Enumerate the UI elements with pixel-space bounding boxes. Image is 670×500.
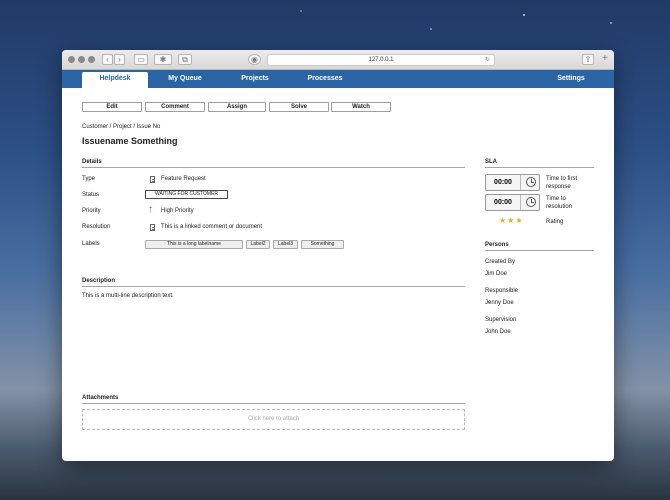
label-chip[interactable]: This is a long labelname [145,240,243,249]
first-response-label-line1: Time to first [546,176,578,182]
main-nav: Helpdesk My Queue Projects Processes Set… [62,70,614,88]
description-divider [82,286,465,287]
responsible-value[interactable]: Jenny Doe [485,300,514,306]
type-value: Feature Request [161,176,206,182]
sky-star [523,14,525,16]
clock-icon [526,197,536,207]
resolution-label-line1: Time to [546,196,566,202]
labels-label: Labels [82,241,100,247]
minimize-window-button[interactable] [78,56,85,63]
new-tab-icon[interactable]: + [602,53,608,64]
label-chip[interactable]: Label2 [246,240,270,249]
edit-button[interactable]: Edit [82,102,142,112]
clock-icon [526,177,536,187]
resolution-time: 00:00 [486,195,521,210]
description-text: This is a multi-line description text. [82,293,174,299]
first-response-timer: 00:00 [485,174,540,191]
supervision-value[interactable]: John Doe [485,329,511,335]
first-response-label-line2: response [546,184,571,190]
sky-star [610,22,612,24]
attachments-heading: Attachments [82,395,119,401]
extension-icon[interactable]: ✱ [154,54,172,65]
star-rating[interactable]: ★★★ [499,216,524,225]
first-response-time: 00:00 [486,175,521,190]
responsible-label: Responsible [485,288,519,294]
solve-button[interactable]: Solve [269,102,329,112]
resolution-label: Resolution [82,224,111,230]
forward-button[interactable]: › [114,54,125,65]
status-badge[interactable]: WAITING FOR CUSTOMER [145,190,228,199]
document-icon [150,176,155,183]
details-divider [82,167,465,168]
comment-button[interactable]: Comment [145,102,205,112]
page-title: Issuename Something [82,136,178,146]
resolution-label-line2: resolution [546,204,573,210]
share-icon[interactable]: ⇪ [582,54,594,65]
persons-heading: Persons [485,242,509,248]
tab-projects[interactable]: Projects [232,72,278,88]
sky-star [300,10,302,12]
persons-divider [485,250,594,251]
document-icon [150,224,155,231]
sky-star [430,28,432,30]
created-by-label: Created By [485,259,516,265]
type-label: Type [82,176,96,182]
label-chip[interactable]: Label3 [273,240,298,249]
priority-label: Priority [82,208,101,214]
priority-value: High Priority [161,208,194,214]
sidebar-toggle-icon[interactable]: ▭ [134,54,148,65]
assign-button[interactable]: Assign [208,102,266,112]
zoom-window-button[interactable] [88,56,95,63]
attachments-divider [82,403,465,404]
first-response-label: Time to first response [546,175,577,191]
reload-icon[interactable]: ↻ [485,55,490,65]
status-label: Status [82,192,100,198]
created-by-value[interactable]: Jim Doe [485,271,507,277]
back-button[interactable]: ‹ [102,54,113,65]
close-window-button[interactable] [68,56,75,63]
site-settings-icon[interactable]: ◉ [248,54,261,65]
browser-toolbar: ‹ › ▭ ✱ ⧉ ◉ 127.0.0.1 ↻ ⇪ + [62,50,614,70]
supervision-label: Supervision [485,317,517,323]
address-url: 127.0.0.1 [368,57,394,63]
sla-heading: SLA [485,159,497,165]
breadcrumb[interactable]: Customer / Project / Issue No [82,124,160,130]
resolution-value[interactable]: This is a linked comment or document [161,224,262,230]
watch-button[interactable]: Watch [331,102,391,112]
arrow-up-icon: ↑ [148,204,153,215]
address-bar[interactable]: 127.0.0.1 ↻ [267,54,495,66]
resolution-time-label: Time to resolution [546,195,572,211]
tabs-overview-icon[interactable]: ⧉ [178,54,192,65]
description-heading: Description [82,278,116,284]
tab-my-queue[interactable]: My Queue [162,72,208,88]
browser-window: ‹ › ▭ ✱ ⧉ ◉ 127.0.0.1 ↻ ⇪ + Helpdesk My … [62,50,614,461]
sla-divider [485,167,594,168]
attach-dropzone[interactable]: Click here to attach [82,409,465,430]
tab-processes[interactable]: Processes [300,72,350,88]
tab-settings[interactable]: Settings [548,72,594,88]
rating-label: Rating [546,219,564,225]
details-heading: Details [82,159,102,165]
label-chip[interactable]: Something [301,240,344,249]
tab-helpdesk[interactable]: Helpdesk [82,72,148,88]
resolution-timer: 00:00 [485,194,540,211]
